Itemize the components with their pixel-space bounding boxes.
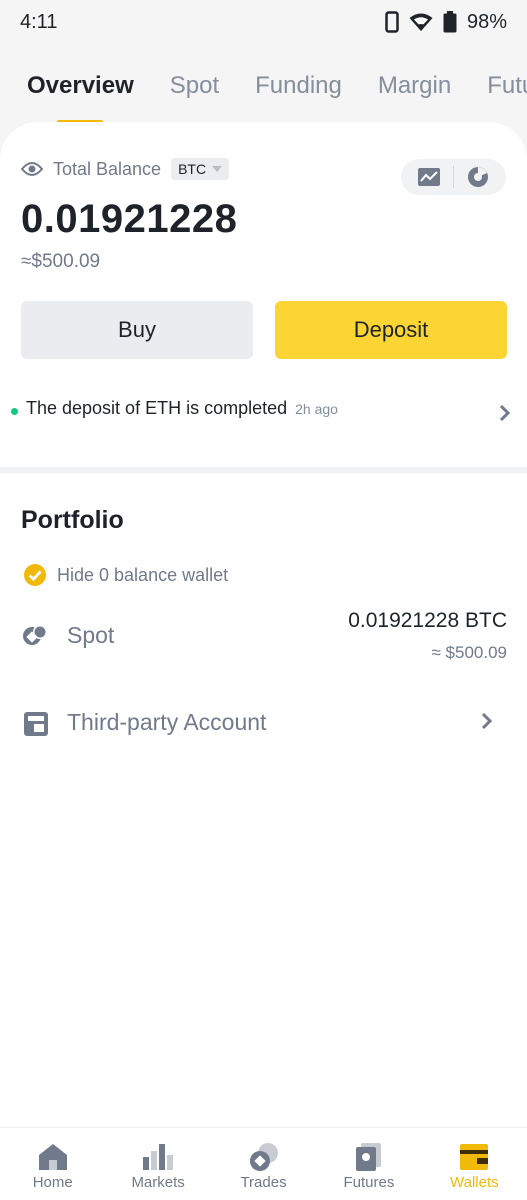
third-party-account-icon (24, 712, 48, 736)
nav-trades-label: Trades (240, 1174, 287, 1191)
wallets-icon (460, 1144, 489, 1170)
battery-percent: 98% (466, 10, 507, 33)
line-chart-icon[interactable] (417, 167, 441, 187)
notice-text: The deposit of ETH is completed (26, 398, 288, 418)
total-balance-row: Total Balance BTC (21, 158, 230, 180)
tab-margin[interactable]: Margin (378, 44, 451, 128)
toggle-separator (453, 166, 454, 188)
tab-futures[interactable]: Futu (487, 44, 527, 128)
total-balance-fiat: ≈$500.09 (21, 251, 101, 272)
tab-spot[interactable]: Spot (170, 44, 219, 128)
coin-selector[interactable]: BTC (171, 158, 230, 180)
nav-home-label: Home (32, 1174, 73, 1191)
phone-icon (385, 11, 399, 33)
nav-markets-label: Markets (131, 1174, 185, 1191)
notice-time: 2h ago (295, 400, 338, 417)
nav-home[interactable]: Home (0, 1128, 105, 1200)
markets-icon (143, 1144, 174, 1170)
eye-icon[interactable] (21, 161, 43, 177)
checkbox-checked-icon[interactable] (23, 563, 47, 587)
nav-wallets[interactable]: Wallets (422, 1128, 527, 1200)
spot-wallet-icon (23, 625, 47, 645)
nav-markets[interactable]: Markets (105, 1128, 210, 1200)
wallet-tabs: Overview Spot Funding Margin Futu (0, 44, 527, 128)
deposit-button[interactable]: Deposit (275, 301, 507, 359)
deposit-notice[interactable]: The deposit of ETH is completed 2h ago (11, 398, 511, 422)
tab-overview[interactable]: Overview (27, 44, 134, 128)
nav-trades[interactable]: Trades (211, 1128, 316, 1200)
portfolio-title: Portfolio (21, 506, 124, 534)
nav-futures-label: Futures (343, 1174, 395, 1191)
wifi-icon (409, 13, 433, 31)
chevron-right-icon (481, 712, 493, 730)
nav-wallets-label: Wallets (450, 1174, 499, 1191)
chart-toggle (401, 159, 506, 195)
coin-selector-value: BTC (178, 161, 207, 177)
futures-icon (355, 1143, 381, 1171)
portfolio-row-spot[interactable]: Spot 0.01921228 BTC ≈ $500.09 (21, 609, 507, 672)
tab-funding[interactable]: Funding (255, 44, 342, 128)
hide-zero-balance-toggle[interactable]: Hide 0 balance wallet (23, 563, 228, 587)
caret-down-icon (212, 166, 223, 172)
status-time: 4:11 (20, 10, 58, 33)
third-party-label: Third-party Account (67, 709, 267, 735)
status-icons: 98% (385, 11, 507, 34)
spot-amount: 0.01921228 BTC (348, 609, 507, 632)
trades-icon (249, 1143, 278, 1171)
spot-fiat: ≈ $500.09 (431, 643, 507, 662)
status-dot (11, 408, 18, 415)
total-balance-label: Total Balance (53, 158, 162, 179)
spot-label: Spot (67, 622, 115, 648)
status-bar: 4:11 98% (0, 0, 527, 44)
pie-chart-icon[interactable] (466, 165, 490, 189)
home-icon (38, 1144, 67, 1170)
hide-zero-balance-label: Hide 0 balance wallet (57, 564, 229, 585)
total-balance-amount: 0.01921228 (21, 197, 238, 241)
portfolio-row-third-party[interactable]: Third-party Account (21, 702, 507, 746)
buy-button[interactable]: Buy (21, 301, 253, 359)
nav-futures[interactable]: Futures (316, 1128, 421, 1200)
chevron-right-icon (499, 404, 511, 422)
bottom-nav: Home Markets Trades Futures Wallets (0, 1127, 527, 1200)
battery-icon (443, 11, 457, 33)
